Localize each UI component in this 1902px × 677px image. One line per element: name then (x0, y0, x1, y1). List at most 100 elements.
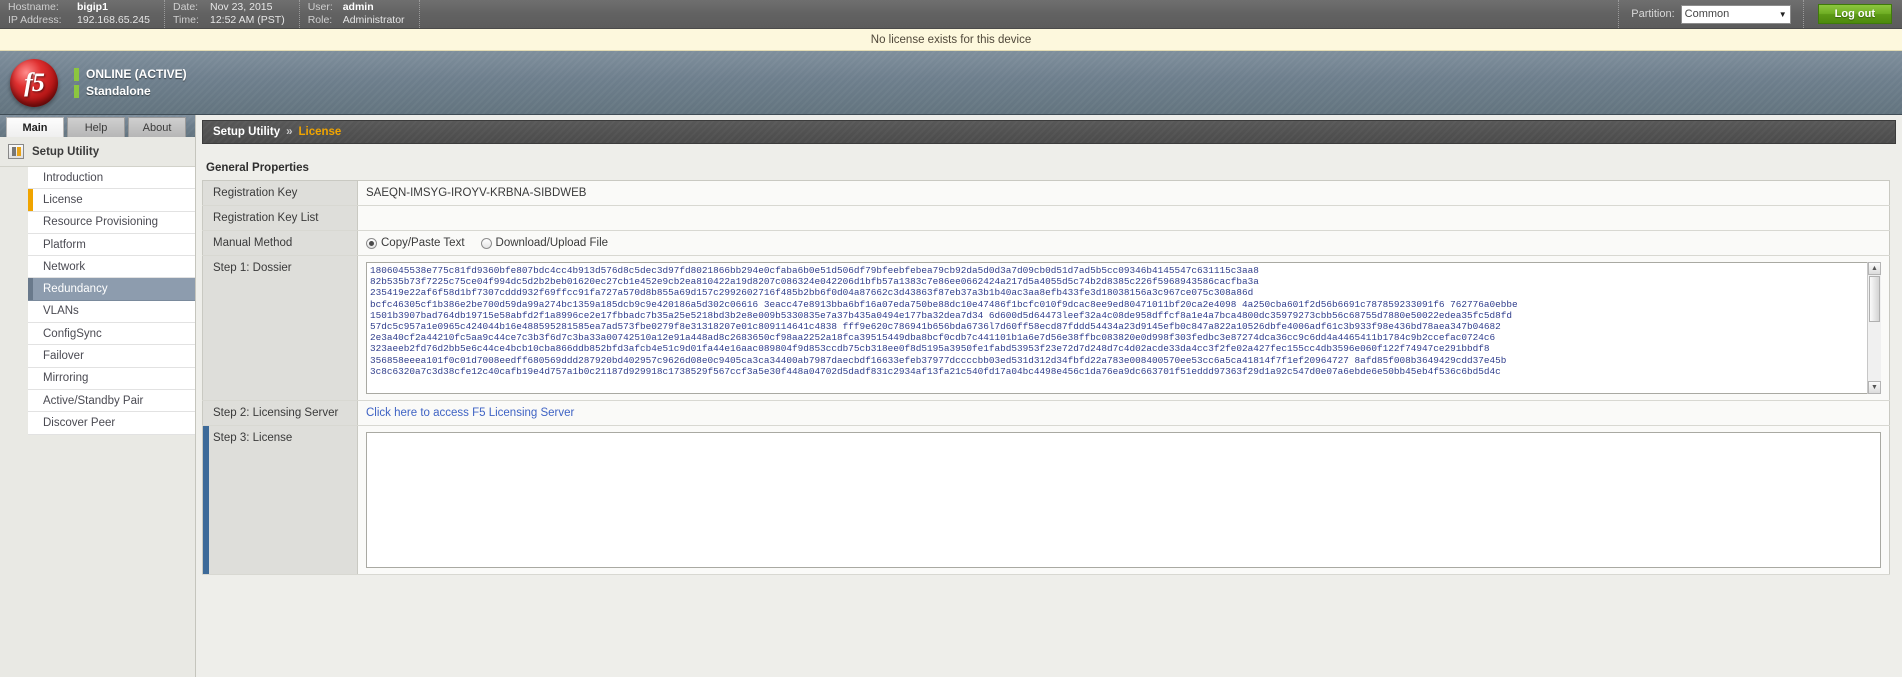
step1-dossier-value: 1806045538e775c81fd9360bfe807bdc4cc4b913… (357, 255, 1890, 401)
status-primary-row: ONLINE (ACTIVE) (74, 67, 187, 81)
hostname-row: Hostname: bigip1 (8, 1, 150, 14)
step2-licensing-server-value: Click here to access F5 Licensing Server (357, 400, 1890, 426)
sidebar-item-license[interactable]: License (28, 189, 195, 212)
registration-key-label: Registration Key (202, 180, 358, 206)
radio-download-upload-file[interactable] (480, 237, 492, 249)
content-area: General Properties Registration Key SAEQ… (196, 144, 1902, 677)
table-row: Step 1: Dossier 1806045538e775c81fd9360b… (202, 255, 1890, 401)
date-value: Nov 23, 2015 (210, 1, 273, 13)
date-label: Date: (173, 1, 199, 13)
breadcrumb-current: License (298, 126, 342, 138)
time-row: Time: 12:52 AM (PST) (173, 14, 285, 27)
status-secondary-row: Standalone (74, 84, 187, 98)
left-navigation: Main Help About Setup Utility Introducti… (0, 115, 196, 677)
sidebar-item-introduction[interactable]: Introduction (28, 167, 195, 190)
role-label: Role: (307, 14, 333, 26)
sidebar-item-mirroring[interactable]: Mirroring (28, 367, 195, 390)
page-title: General Properties (206, 162, 309, 174)
item-marker (28, 323, 33, 344)
user-row: User: admin (308, 1, 405, 14)
sidebar-item-vlans[interactable]: VLANs (28, 300, 195, 324)
partition-select[interactable]: Common ▼ (1680, 4, 1791, 24)
partition-selected-value: Common (1684, 8, 1730, 20)
status-indicator-icon (74, 84, 79, 98)
registration-key-list-value (357, 205, 1890, 231)
sidebar-item-active-standby-pair[interactable]: Active/Standby Pair (28, 389, 195, 413)
item-marker (28, 412, 33, 433)
table-row: Registration Key SAEQN-IMSYG-IROYV-KRBNA… (202, 180, 1890, 206)
sidebar-item-platform[interactable]: Platform (28, 233, 195, 257)
time-label: Time: (173, 14, 199, 26)
item-marker (28, 256, 33, 277)
sidebar-item-label: Platform (43, 238, 86, 251)
licensing-server-link[interactable]: Click here to access F5 Licensing Server (366, 407, 574, 419)
logout-area: Log out (1804, 0, 1902, 28)
license-textarea[interactable] (366, 432, 1881, 568)
sidebar-item-label: Mirroring (43, 372, 89, 385)
tab-main[interactable]: Main (6, 117, 64, 137)
ip-address-row: IP Address: 192.168.65.245 (8, 14, 150, 27)
scroll-up-icon[interactable]: ▲ (1868, 262, 1881, 275)
setup-utility-icon (8, 144, 24, 159)
topbar-spacer (420, 0, 1620, 28)
sidebar-item-redundancy[interactable]: Redundancy (28, 278, 195, 301)
table-row: Registration Key List (202, 205, 1890, 231)
step3-license-value (357, 425, 1890, 575)
item-marker (28, 301, 33, 322)
step3-license-label: Step 3: License (202, 425, 358, 575)
sidebar-item-label: Active/Standby Pair (43, 394, 144, 407)
dossier-scrollbar[interactable]: ▲ ▼ (1867, 262, 1881, 394)
sidebar-item-discover-peer[interactable]: Discover Peer (28, 412, 195, 435)
breadcrumb-separator: » (286, 126, 293, 138)
tab-about[interactable]: About (128, 117, 186, 137)
ip-address-label: IP Address: (8, 14, 62, 26)
main-pane: Setup Utility » License General Properti… (196, 115, 1902, 677)
scrollbar-thumb[interactable] (1869, 276, 1880, 322)
item-marker (28, 278, 33, 300)
breadcrumb: Setup Utility » License (202, 120, 1896, 144)
tab-help[interactable]: Help (67, 117, 125, 137)
f5-logo-icon: f5 (10, 58, 58, 107)
license-notice-text: No license exists for this device (870, 33, 1032, 46)
license-notice-bar: No license exists for this device (0, 29, 1902, 51)
user-label: User: (307, 1, 333, 13)
sidebar-item-configsync[interactable]: ConfigSync (28, 323, 195, 346)
sidebar-item-failover[interactable]: Failover (28, 345, 195, 368)
partition-area: Partition: Common ▼ (1619, 0, 1804, 28)
dossier-textarea[interactable]: 1806045538e775c81fd9360bfe807bdc4cc4b913… (366, 262, 1881, 394)
registration-key-list-label: Registration Key List (202, 205, 358, 231)
sidebar-item-resource-provisioning[interactable]: Resource Provisioning (28, 211, 195, 234)
item-marker (28, 368, 33, 389)
role-row: Role: Administrator (308, 14, 405, 27)
module-title: Setup Utility (32, 145, 100, 158)
module-header: Setup Utility (0, 137, 195, 167)
scroll-down-icon[interactable]: ▼ (1868, 381, 1881, 394)
radio-copy-paste-text[interactable] (366, 237, 377, 249)
sidebar-item-network[interactable]: Network (28, 256, 195, 279)
top-info-bar: Hostname: bigip1 IP Address: 192.168.65.… (0, 0, 1902, 29)
ip-address-value: 192.168.65.245 (77, 14, 150, 26)
table-row: Step 2: Licensing Server Click here to a… (202, 400, 1890, 426)
table-row: Step 3: License (202, 425, 1890, 575)
icon-pip (16, 147, 21, 156)
status-primary-text: ONLINE (ACTIVE) (86, 67, 187, 81)
registration-key-value: SAEQN-IMSYG-IROYV-KRBNA-SIBDWEB (357, 180, 1890, 206)
nav-item-list: Introduction License Resource Provisioni… (0, 167, 195, 677)
partition-label: Partition: (1631, 8, 1675, 20)
host-info-block: Hostname: bigip1 IP Address: 192.168.65.… (0, 0, 165, 28)
breadcrumb-root[interactable]: Setup Utility (213, 126, 280, 138)
step1-dossier-label: Step 1: Dossier (202, 255, 358, 401)
sidebar-item-label: ConfigSync (43, 327, 102, 340)
item-marker (28, 390, 33, 411)
sidebar-item-label: Discover Peer (43, 416, 116, 429)
sidebar-item-label: Introduction (43, 171, 104, 184)
sidebar-item-label: Redundancy (43, 283, 108, 296)
body-split: Main Help About Setup Utility Introducti… (0, 115, 1902, 677)
logout-button[interactable]: Log out (1817, 4, 1892, 24)
hostname-label: Hostname: (8, 1, 59, 13)
item-marker (28, 212, 33, 233)
device-status-block: ONLINE (ACTIVE) Standalone (74, 67, 187, 98)
chevron-down-icon: ▼ (1778, 9, 1787, 19)
sidebar-item-label: Network (43, 260, 86, 273)
item-marker (28, 189, 33, 211)
